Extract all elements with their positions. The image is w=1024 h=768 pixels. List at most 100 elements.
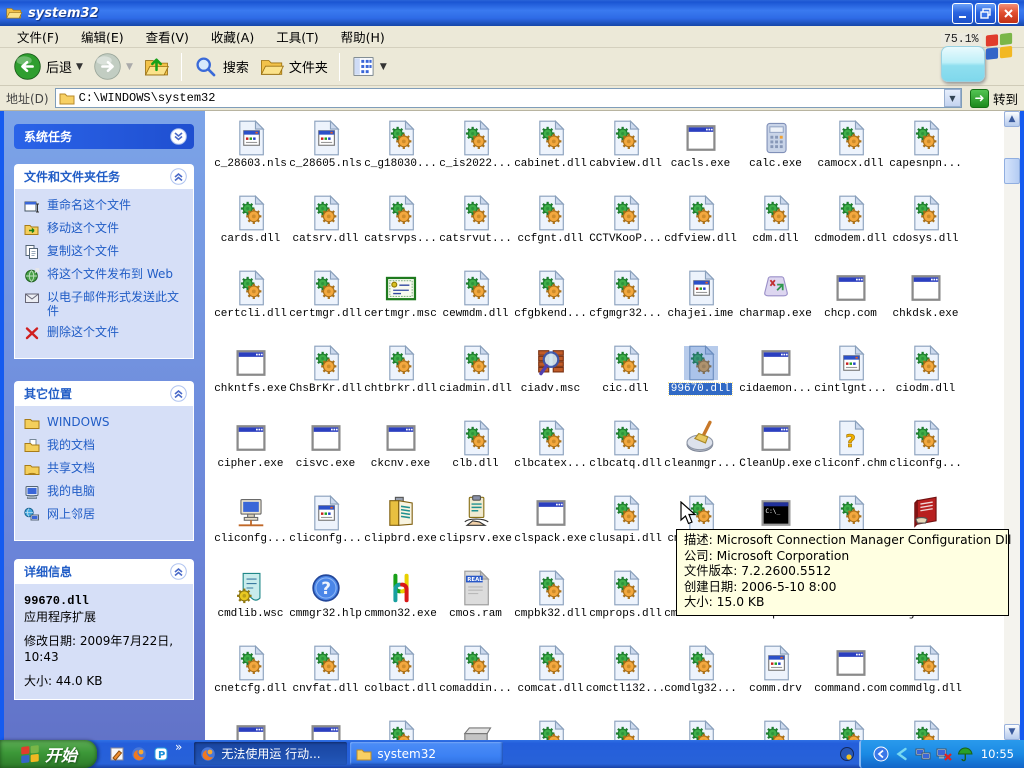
file-item[interactable]: catsrv.dll <box>288 194 363 269</box>
task-link[interactable]: 网上邻居 <box>24 507 187 523</box>
task-link[interactable]: 删除这个文件 <box>24 325 187 341</box>
file-item[interactable] <box>663 719 738 740</box>
file-item[interactable] <box>813 719 888 740</box>
task-link[interactable]: 共享文档 <box>24 461 187 477</box>
views-button[interactable]: ▼ <box>346 52 392 81</box>
close-button[interactable] <box>998 3 1019 24</box>
task-button[interactable]: 无法使用运 行动... <box>194 742 347 765</box>
menu-item[interactable]: 帮助(H) <box>330 25 396 48</box>
file-item[interactable]: ciadmin.dll <box>438 344 513 419</box>
file-item[interactable]: cmmon32.exe <box>363 569 438 644</box>
file-item[interactable]: clipbrd.exe <box>363 494 438 569</box>
file-item[interactable]: cliconfg... <box>888 419 963 494</box>
file-item[interactable]: ?cmmgr32.hlp <box>288 569 363 644</box>
address-value[interactable]: C:\WINDOWS\system32 <box>79 91 944 105</box>
file-item[interactable]: chajei.ime <box>663 269 738 344</box>
quick-launch-overflow-icon[interactable]: » <box>175 740 182 768</box>
file-item[interactable]: c_28603.nls <box>213 119 288 194</box>
system-tasks-header[interactable]: 系统任务 <box>14 124 194 149</box>
file-item[interactable]: cmdlib.wsc <box>213 569 288 644</box>
chevron-down-icon[interactable] <box>170 128 187 145</box>
file-item[interactable]: CleanUp.exe <box>738 419 813 494</box>
task-link[interactable]: WINDOWS <box>24 415 187 431</box>
file-item[interactable]: c_is2022... <box>438 119 513 194</box>
file-item[interactable]: colbact.dll <box>363 644 438 719</box>
file-item[interactable]: cliconfg... <box>288 494 363 569</box>
firefox-quicklaunch-icon[interactable] <box>131 746 147 762</box>
file-item[interactable]: cmpbk32.dll <box>513 569 588 644</box>
task-link[interactable]: 以电子邮件形式发送此文件 <box>24 290 187 318</box>
file-item[interactable]: clspack.exe <box>513 494 588 569</box>
file-item[interactable]: cdmodem.dll <box>813 194 888 269</box>
netx-tray-icon[interactable] <box>936 746 952 762</box>
task-link[interactable]: 移动这个文件 <box>24 221 187 237</box>
back-button[interactable]: 后退 ▼ <box>8 50 88 83</box>
task-link[interactable]: 我的文档 <box>24 438 187 454</box>
chevron-up-icon[interactable] <box>170 168 187 185</box>
menu-item[interactable]: 查看(V) <box>135 25 200 48</box>
file-item[interactable]: REALcmos.ram <box>438 569 513 644</box>
details-header[interactable]: 详细信息 <box>14 559 194 584</box>
file-item[interactable]: clbcatex... <box>513 419 588 494</box>
file-item[interactable]: clipsrv.exe <box>438 494 513 569</box>
file-item[interactable]: ciadv.msc <box>513 344 588 419</box>
task-button[interactable]: system32 <box>350 742 503 765</box>
file-item[interactable]: certmgr.dll <box>288 269 363 344</box>
file-list-area[interactable]: c_28603.nlsc_28605.nlsc_g18030...c_is202… <box>205 111 1004 740</box>
minimize-button[interactable] <box>952 3 973 24</box>
file-item[interactable]: cabinet.dll <box>513 119 588 194</box>
file-item[interactable]: cintlgnt... <box>813 344 888 419</box>
menu-item[interactable]: 工具(T) <box>265 25 329 48</box>
file-item[interactable]: certmgr.msc <box>363 269 438 344</box>
file-item[interactable] <box>438 719 513 740</box>
file-item[interactable] <box>513 719 588 740</box>
file-item[interactable]: cipher.exe <box>213 419 288 494</box>
file-item[interactable]: chcp.com <box>813 269 888 344</box>
file-item[interactable]: cmprops.dll <box>588 569 663 644</box>
vertical-scrollbar[interactable]: ▲ ▼ <box>1004 111 1020 740</box>
restore-button[interactable] <box>975 3 996 24</box>
file-item[interactable] <box>738 719 813 740</box>
pen-quicklaunch-icon[interactable] <box>109 746 125 762</box>
file-item[interactable]: catsrvut... <box>438 194 513 269</box>
file-item[interactable]: clbcatq.dll <box>588 419 663 494</box>
file-item[interactable]: cnetcfg.dll <box>213 644 288 719</box>
file-item[interactable] <box>213 719 288 740</box>
file-item[interactable] <box>888 719 963 740</box>
file-item[interactable]: cdfview.dll <box>663 194 738 269</box>
file-item[interactable]: capesnpn... <box>888 119 963 194</box>
file-item[interactable]: catsrvps... <box>363 194 438 269</box>
menu-item[interactable]: 文件(F) <box>6 25 70 48</box>
forward-dropdown-icon[interactable]: ▼ <box>126 62 133 72</box>
file-item[interactable] <box>588 719 663 740</box>
chevron-tray-icon[interactable] <box>873 746 889 762</box>
task-link[interactable]: 复制这个文件 <box>24 244 187 260</box>
menu-item[interactable]: 编辑(E) <box>70 25 135 48</box>
arrow-tray-icon[interactable] <box>894 746 910 762</box>
file-item[interactable]: chkntfs.exe <box>213 344 288 419</box>
file-item[interactable]: comctl132... <box>588 644 663 719</box>
file-item[interactable]: calc.exe <box>738 119 813 194</box>
file-item[interactable]: cliconfg... <box>213 494 288 569</box>
task-link[interactable]: 我的电脑 <box>24 484 187 500</box>
file-item[interactable]: cfgbkend... <box>513 269 588 344</box>
file-item[interactable]: certcli.dll <box>213 269 288 344</box>
file-item[interactable]: clusapi.dll <box>588 494 663 569</box>
file-item[interactable]: cisvc.exe <box>288 419 363 494</box>
forward-button[interactable]: ▼ <box>88 50 138 83</box>
views-dropdown-icon[interactable]: ▼ <box>380 62 387 72</box>
scroll-thumb[interactable] <box>1004 158 1020 184</box>
other-places-header[interactable]: 其它位置 <box>14 381 194 406</box>
file-item[interactable]: charmap.exe <box>738 269 813 344</box>
file-item[interactable]: cleanmgr... <box>663 419 738 494</box>
search-button[interactable]: 搜索 <box>188 52 254 82</box>
file-item[interactable]: cic.dll <box>588 344 663 419</box>
file-item[interactable]: ccfgnt.dll <box>513 194 588 269</box>
file-item[interactable]: cnvfat.dll <box>288 644 363 719</box>
netpair-tray-icon[interactable] <box>915 746 931 762</box>
file-item[interactable]: commdlg.dll <box>888 644 963 719</box>
go-button[interactable]: ➜ 转到 <box>970 89 1018 108</box>
back-dropdown-icon[interactable]: ▼ <box>76 62 83 72</box>
file-item[interactable]: ?cliconf.chm <box>813 419 888 494</box>
chevron-up-icon[interactable] <box>170 563 187 580</box>
